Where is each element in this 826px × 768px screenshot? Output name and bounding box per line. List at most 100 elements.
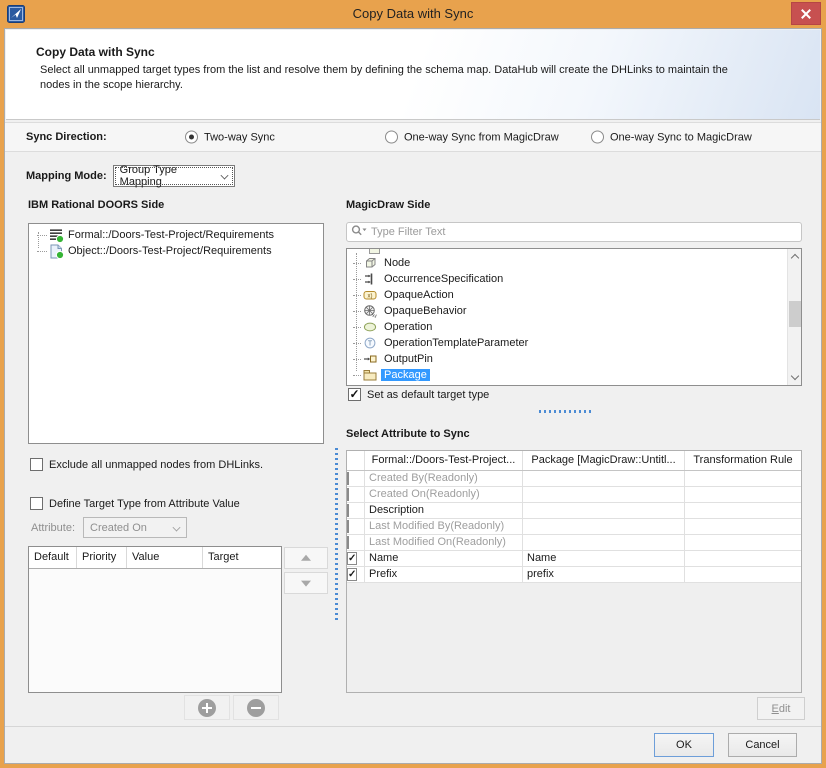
tree-item-label: Formal::/Doors-Test-Project/Requirements <box>68 229 274 241</box>
transformation-rule <box>685 487 801 502</box>
transformation-rule <box>685 535 801 550</box>
checkbox-label: Set as default target type <box>367 389 489 401</box>
radio-one-way-from-magicdraw[interactable]: One-way Sync from MagicDraw <box>385 131 559 144</box>
cancel-button[interactable]: Cancel <box>728 733 797 757</box>
table-row[interactable]: Last Modified On(Readonly) <box>347 535 801 551</box>
svg-text:T: T <box>368 341 373 348</box>
svg-text:x): x) <box>368 294 373 300</box>
tree-item-operation[interactable]: Operation <box>351 319 785 335</box>
exclude-unmapped-checkbox[interactable]: Exclude all unmapped nodes from DHLinks. <box>30 458 263 471</box>
tree-item-label: OpaqueAction <box>381 289 457 301</box>
column-header[interactable]: Value <box>127 547 203 568</box>
tree-item-occurrence-specification[interactable]: OccurrenceSpecification <box>351 271 785 287</box>
tree-item-node[interactable]: Node <box>351 255 785 271</box>
tree-item-formal-module[interactable]: Formal::/Doors-Test-Project/Requirements <box>33 227 323 243</box>
attribute-target <box>523 503 685 518</box>
radio-one-way-to-magicdraw[interactable]: One-way Sync to MagicDraw <box>591 131 752 144</box>
attribute-row: Attribute: Created On <box>31 517 187 538</box>
attribute-select[interactable]: Created On <box>83 517 187 538</box>
filter-input[interactable]: Type Filter Text <box>346 222 802 242</box>
tree-connector <box>37 235 47 236</box>
column-header[interactable]: Priority <box>77 547 127 568</box>
row-checkbox-checked[interactable]: ✓ <box>347 552 357 565</box>
column-header-checkbox[interactable] <box>347 451 365 470</box>
row-checkbox[interactable] <box>347 472 349 485</box>
table-row[interactable]: ✓ Name Name <box>347 551 801 567</box>
radio-label: Two-way Sync <box>204 131 275 143</box>
magicdraw-tree[interactable]: . Node OccurrenceSpecification x) Opaque… <box>346 248 802 386</box>
table-row[interactable]: Last Modified By(Readonly) <box>347 519 801 535</box>
column-header[interactable]: Default <box>29 547 77 568</box>
row-checkbox[interactable] <box>347 520 349 533</box>
mapping-mode-select[interactable]: Group Type Mapping <box>113 165 235 187</box>
plus-icon <box>198 699 216 717</box>
titlebar[interactable]: Copy Data with Sync <box>0 0 826 28</box>
tree-item-opaque-behavior[interactable]: xy OpaqueBehavior <box>351 303 785 319</box>
row-checkbox[interactable] <box>347 504 349 517</box>
window-title: Copy Data with Sync <box>0 6 826 21</box>
tree-item-package[interactable]: Package <box>351 367 785 383</box>
table-row[interactable]: Created By(Readonly) <box>347 471 801 487</box>
doors-tree[interactable]: Formal::/Doors-Test-Project/Requirements… <box>28 223 324 444</box>
vertical-splitter-handle[interactable] <box>335 448 338 620</box>
chevron-down-icon <box>220 172 228 180</box>
checkbox-icon <box>30 497 43 510</box>
column-header[interactable]: Target <box>203 547 281 568</box>
move-up-button[interactable] <box>284 547 328 569</box>
tree-item-label: Package <box>381 369 430 381</box>
transformation-rule <box>685 567 801 582</box>
tree-connector <box>353 311 361 312</box>
tree-item-object[interactable]: Object::/Doors-Test-Project/Requirements <box>33 243 323 259</box>
tree-item-operation-template-parameter[interactable]: T OperationTemplateParameter <box>351 335 785 351</box>
ok-button[interactable]: OK <box>654 733 714 757</box>
edit-button[interactable]: Edit <box>757 697 805 720</box>
dialog-header: Copy Data with Sync Select all unmapped … <box>6 30 820 120</box>
radio-label: One-way Sync to MagicDraw <box>610 131 752 143</box>
horizontal-splitter-handle[interactable] <box>539 410 591 413</box>
transformation-rule <box>685 519 801 534</box>
mapping-mode-value: Group Type Mapping <box>120 164 212 188</box>
attribute-source: Description <box>365 503 523 518</box>
add-button[interactable] <box>184 695 230 720</box>
scrollbar[interactable] <box>787 249 801 385</box>
table-row[interactable]: Created On(Readonly) <box>347 487 801 503</box>
attribute-target <box>523 535 685 550</box>
column-header[interactable]: Package [MagicDraw::Untitl... <box>523 451 685 470</box>
define-target-type-checkbox[interactable]: Define Target Type from Attribute Value <box>30 497 240 510</box>
checkbox-icon <box>30 458 43 471</box>
tree-connector <box>353 279 361 280</box>
column-header[interactable]: Transformation Rule <box>685 451 801 470</box>
remove-button[interactable] <box>233 695 279 720</box>
tree-item-label: OperationTemplateParameter <box>381 337 531 349</box>
attribute-source: Name <box>365 551 523 566</box>
opaque-behavior-icon: xy <box>363 304 377 318</box>
scrollbar-thumb[interactable] <box>789 301 801 327</box>
set-default-target-checkbox[interactable]: ✓ Set as default target type <box>348 388 489 401</box>
svg-text:xy: xy <box>372 313 377 318</box>
attribute-target: prefix <box>523 567 685 582</box>
row-checkbox-checked[interactable]: ✓ <box>347 568 357 581</box>
checkbox-label: Exclude all unmapped nodes from DHLinks. <box>49 459 263 471</box>
move-down-button[interactable] <box>284 572 328 594</box>
table-row[interactable]: ✓ Prefix prefix <box>347 567 801 583</box>
doors-side-title: IBM Rational DOORS Side <box>28 199 164 211</box>
search-icon <box>351 224 367 240</box>
value-table[interactable]: Default Priority Value Target <box>28 546 282 693</box>
radio-two-way-sync[interactable]: Two-way Sync <box>185 131 275 144</box>
close-icon[interactable] <box>791 2 821 25</box>
edit-mnemonic: E <box>772 703 779 715</box>
scroll-down-icon[interactable] <box>791 373 799 381</box>
column-header[interactable]: Formal::/Doors-Test-Project... <box>365 451 523 470</box>
tree-item-label: Node <box>381 257 413 269</box>
scroll-up-icon[interactable] <box>791 253 799 261</box>
table-row[interactable]: Description <box>347 503 801 519</box>
row-checkbox[interactable] <box>347 536 349 549</box>
operation-icon <box>363 320 377 334</box>
attribute-sync-table[interactable]: Formal::/Doors-Test-Project... Package [… <box>346 450 802 693</box>
tree-item-output-pin[interactable]: OutputPin <box>351 351 785 367</box>
package-icon <box>363 368 377 382</box>
attribute-source: Prefix <box>365 567 523 582</box>
tree-item-opaque-action[interactable]: x) OpaqueAction <box>351 287 785 303</box>
tree-connector <box>353 359 361 360</box>
row-checkbox[interactable] <box>347 488 349 501</box>
